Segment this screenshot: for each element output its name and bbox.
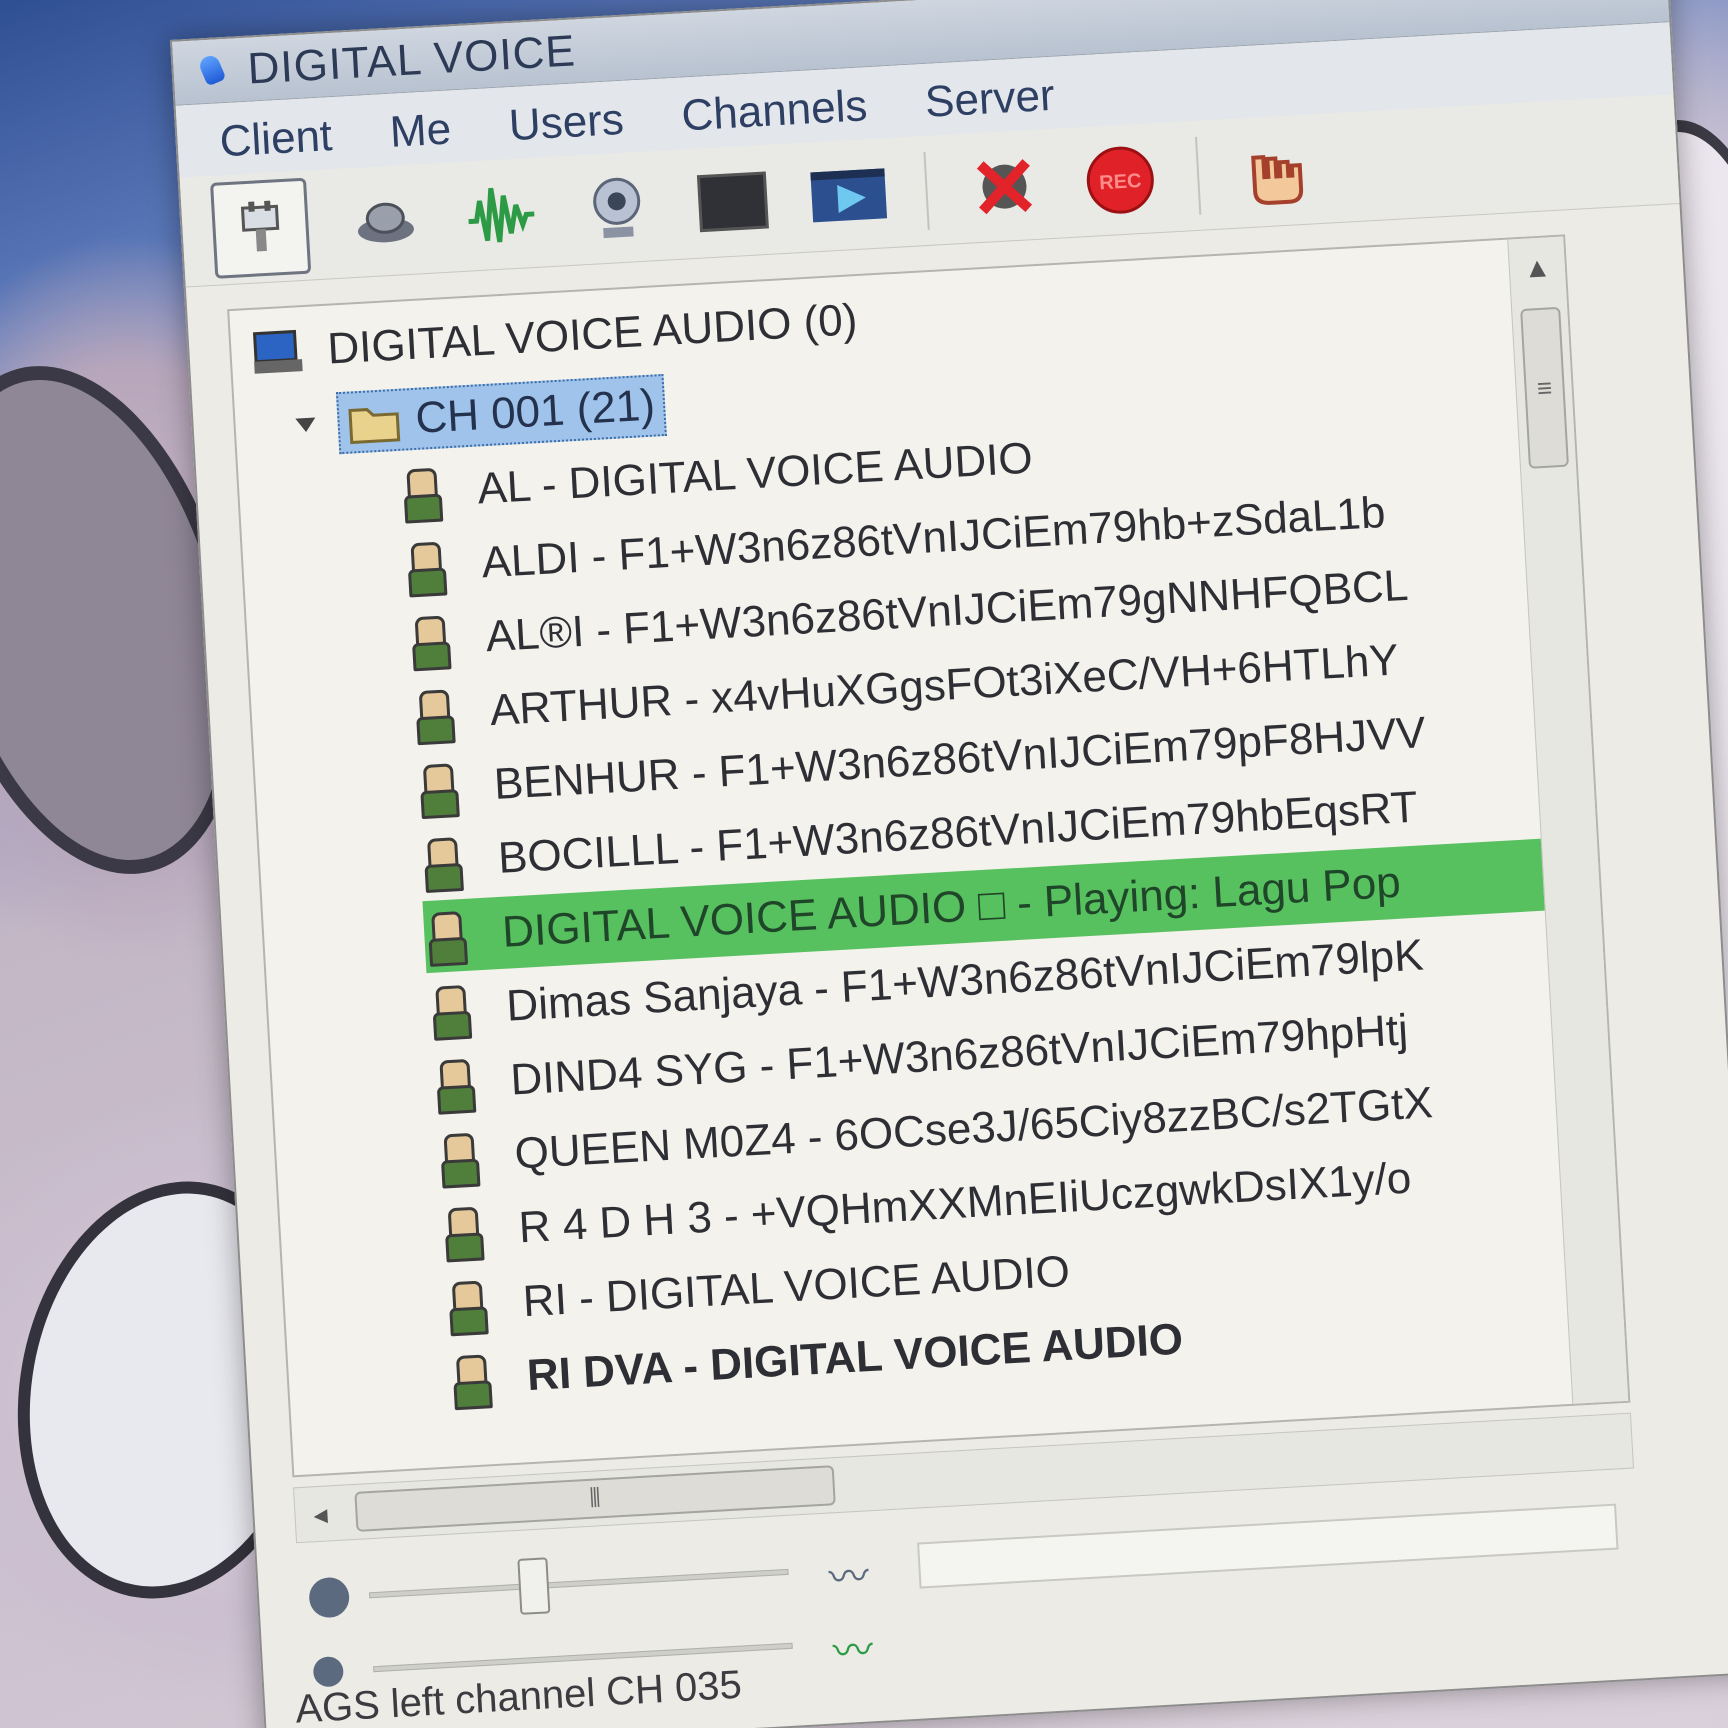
app-logo-icon [195,50,231,92]
media-stream-button[interactable] [808,154,890,236]
voice-activation-button[interactable] [460,173,542,255]
media-stream-icon [810,167,888,222]
hand-button[interactable] [1235,130,1317,212]
user-avatar-icon [427,983,470,1037]
stop-stream-button[interactable] [963,145,1045,227]
user-avatar-icon [398,466,441,520]
vertical-scroll-thumb[interactable]: ≡ [1520,306,1569,469]
horizontal-scroll-thumb[interactable]: ⦀ [354,1465,836,1532]
menu-client[interactable]: Client [218,111,333,167]
user-avatar-icon [402,540,445,594]
voice-level-icon: 〰 [831,1628,875,1675]
user-avatar-icon [411,687,454,741]
headset-button[interactable] [344,180,426,262]
record-button[interactable]: REC [1079,139,1161,221]
voice-activation-icon [468,187,535,242]
menu-users[interactable]: Users [508,95,626,151]
server-node[interactable]: DIGITAL VOICE AUDIO (0) [250,284,860,390]
folder-icon [348,408,401,445]
connect-icon [240,200,280,251]
server-name: DIGITAL VOICE AUDIO (0) [326,295,859,374]
webcam-button[interactable] [576,167,658,249]
record-icon: REC [1086,146,1154,214]
microphone-icon [312,1655,345,1688]
volume-slider-thumb[interactable] [517,1557,551,1615]
user-avatar-icon [448,1352,491,1406]
window-title: DIGITAL VOICE [246,25,577,94]
toolbar-separator [923,151,930,230]
menu-me[interactable]: Me [389,104,453,157]
collapse-arrow-icon[interactable] [295,417,317,433]
user-avatar-icon [444,1278,487,1332]
app-window: DIGITAL VOICE Client Me Users Channels S… [170,0,1728,1728]
desktop-share-button[interactable] [692,160,774,242]
user-avatar-icon [440,1205,483,1259]
user-avatar-icon [407,613,450,667]
user-avatar-icon [431,1057,474,1111]
connect-button[interactable] [210,177,312,279]
volume-meter-icon: 〰 [827,1554,871,1601]
hand-icon [1251,154,1304,205]
server-icon [252,329,303,374]
user-avatar-icon [435,1131,478,1185]
channel-label-box[interactable]: CH 001 (21) [335,373,667,455]
webcam-icon [593,177,641,238]
toolbar-separator [1194,136,1202,215]
record-label: REC [1099,170,1142,194]
user-avatar-icon [423,909,466,963]
channel-name: CH 001 (21) [414,380,657,443]
headset-icon [357,202,414,242]
stop-stream-icon [976,158,1033,214]
channel-tree[interactable]: DIGITAL VOICE AUDIO (0) CH 001 (21) AL -… [227,234,1631,1478]
menu-channels[interactable]: Channels [680,81,868,141]
speaker-icon [308,1576,351,1619]
volume-slider[interactable] [368,1568,789,1599]
user-avatar-icon [419,835,462,889]
scroll-up-icon[interactable]: ▲ [1508,237,1566,300]
user-avatar-icon [415,761,458,815]
menu-server[interactable]: Server [924,71,1056,128]
scroll-left-icon[interactable]: ◂ [295,1496,347,1532]
desktop-share-icon [696,170,769,232]
